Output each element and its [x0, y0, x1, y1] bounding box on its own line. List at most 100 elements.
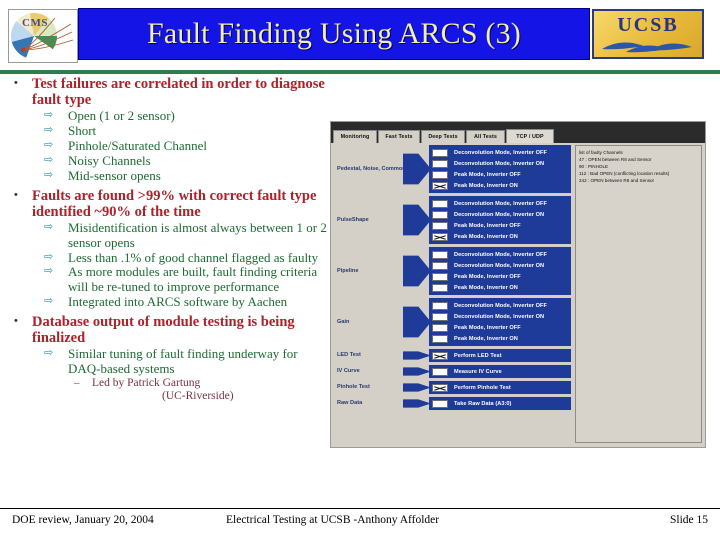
test-row[interactable]: Deconvolution Mode, Inverter ON: [429, 260, 571, 271]
tab-monitoring[interactable]: Monitoring: [333, 130, 377, 143]
test-checkbox[interactable]: [432, 301, 448, 310]
test-row-label: Deconvolution Mode, Inverter OFF: [454, 251, 547, 258]
arcs-application-screenshot: Monitoring Fast Tests Deep Tests All Tes…: [330, 121, 706, 448]
app-title-bar: [331, 122, 705, 129]
footer-divider: [0, 508, 720, 509]
bullet-level1: • Database output of module testing is b…: [0, 314, 330, 346]
arrow-marker-icon: ⇨: [44, 295, 54, 308]
bullet-level2: ⇨ Open (1 or 2 sensor): [0, 109, 330, 124]
arrow-marker-icon: ⇨: [44, 250, 54, 263]
test-row[interactable]: Perform Pinhole Test: [429, 382, 571, 393]
test-selection-panel: Pedestal, Noise, Common Mode Deconvoluti…: [333, 145, 571, 443]
test-checkbox[interactable]: [432, 334, 448, 343]
test-row-label: Deconvolution Mode, Inverter OFF: [454, 149, 547, 156]
footer-event-info: DOE review, January 20, 2004: [12, 514, 154, 526]
test-row-label: Deconvolution Mode, Inverter ON: [454, 211, 545, 218]
bullet-level2: ⇨ Short: [0, 123, 330, 139]
results-line: 47 : OPEN between R8 and Sensor: [579, 157, 652, 163]
faulty-channels-results-panel[interactable]: list of faulty Channels 47 : OPEN betwee…: [575, 145, 702, 443]
test-checkbox-checked[interactable]: [432, 181, 448, 190]
bullet-level1-text: Faults are found >99% with correct fault…: [32, 187, 317, 220]
bullet-marker-icon: •: [14, 77, 18, 89]
bullet-level1: • Test failures are correlated in order …: [0, 76, 330, 108]
cms-logo: CMS: [8, 9, 78, 63]
test-row[interactable]: Deconvolution Mode, Inverter OFF: [429, 300, 571, 311]
test-row[interactable]: Take Raw Data (A3:0): [429, 398, 571, 409]
bullet-level2: ⇨ As more modules are built, fault findi…: [0, 265, 330, 295]
footer-slide-number: Slide 15: [669, 514, 708, 526]
slide-footer: DOE review, January 20, 2004 Electrical …: [0, 512, 720, 534]
test-row[interactable]: Peak Mode, Inverter ON: [429, 282, 571, 293]
test-checkbox-checked[interactable]: [432, 232, 448, 241]
test-checkbox[interactable]: [432, 159, 448, 168]
tab-fast-tests[interactable]: Fast Tests: [378, 130, 420, 143]
slide-header: CMS Fault Finding Using ARCS (3) UCSB: [0, 4, 720, 63]
test-row-label: Peak Mode, Inverter ON: [454, 335, 518, 342]
test-checkbox[interactable]: [432, 312, 448, 321]
app-body: Pedestal, Noise, Common Mode Deconvoluti…: [331, 143, 705, 447]
tab-all-tests[interactable]: All Tests: [466, 130, 505, 143]
test-row-label: Peak Mode, Inverter OFF: [454, 324, 521, 331]
test-row[interactable]: Deconvolution Mode, Inverter OFF: [429, 198, 571, 209]
test-row[interactable]: Deconvolution Mode, Inverter OFF: [429, 147, 571, 158]
test-checkbox[interactable]: [432, 323, 448, 332]
test-checkbox[interactable]: [432, 283, 448, 292]
bullet-level2: ⇨ Similar tuning of fault finding underw…: [0, 346, 330, 377]
test-group-rows: Perform Pinhole Test: [429, 381, 571, 394]
title-banner: Fault Finding Using ARCS (3): [78, 8, 590, 60]
test-row[interactable]: Peak Mode, Inverter OFF: [429, 169, 571, 180]
bullet-level2-text: Misidentification is almost always betwe…: [68, 220, 327, 250]
test-group-rows: Deconvolution Mode, Inverter OFF Deconvo…: [429, 145, 571, 193]
bullet-level2-text: Open (1 or 2 sensor): [68, 108, 175, 124]
test-row[interactable]: Measure IV Curve: [429, 366, 571, 377]
test-checkbox[interactable]: [432, 367, 448, 376]
test-checkbox[interactable]: [432, 199, 448, 208]
test-checkbox[interactable]: [432, 272, 448, 281]
test-group-rows: Deconvolution Mode, Inverter OFF Deconvo…: [429, 298, 571, 346]
bullet-marker-icon: •: [14, 314, 18, 327]
test-row[interactable]: Perform LED Test: [429, 350, 571, 361]
test-checkbox[interactable]: [432, 399, 448, 408]
slide-content: • Test failures are correlated in order …: [0, 76, 330, 496]
tab-deep-tests[interactable]: Deep Tests: [421, 130, 465, 143]
test-group-rows: Measure IV Curve: [429, 365, 571, 378]
test-group: IV Curve Measure IV Curve: [333, 365, 571, 378]
test-checkbox[interactable]: [432, 250, 448, 259]
test-row[interactable]: Deconvolution Mode, Inverter OFF: [429, 249, 571, 260]
test-checkbox[interactable]: [432, 261, 448, 270]
test-group-rows: Take Raw Data (A3:0): [429, 397, 571, 410]
test-checkbox[interactable]: [432, 221, 448, 230]
test-row[interactable]: Peak Mode, Inverter ON: [429, 231, 571, 242]
test-row-label: Deconvolution Mode, Inverter OFF: [454, 302, 547, 309]
test-row[interactable]: Peak Mode, Inverter OFF: [429, 322, 571, 333]
test-group-rows: Perform LED Test: [429, 349, 571, 362]
arrow-marker-icon: ⇨: [44, 265, 54, 278]
ucsb-waves-icon: [602, 42, 692, 53]
test-checkbox[interactable]: [432, 170, 448, 179]
test-checkbox-checked[interactable]: [432, 383, 448, 392]
test-row[interactable]: Peak Mode, Inverter OFF: [429, 271, 571, 282]
test-checkbox[interactable]: [432, 210, 448, 219]
test-row[interactable]: Deconvolution Mode, Inverter ON: [429, 158, 571, 169]
ucsb-logo: UCSB: [592, 9, 704, 59]
results-line: 112 : Bad OPEN (conflicting location res…: [579, 171, 670, 177]
test-group: PulseShape Deconvolution Mode, Inverter …: [333, 196, 571, 244]
arrow-marker-icon: ⇨: [44, 153, 54, 166]
test-group-rows: Deconvolution Mode, Inverter OFF Deconvo…: [429, 196, 571, 244]
test-group: Pipeline Deconvolution Mode, Inverter OF…: [333, 247, 571, 295]
bullet-level2: ⇨ Mid-sensor opens: [0, 167, 330, 184]
test-row[interactable]: Peak Mode, Inverter ON: [429, 333, 571, 344]
test-row[interactable]: Deconvolution Mode, Inverter ON: [429, 209, 571, 220]
test-row-label: Deconvolution Mode, Inverter OFF: [454, 200, 547, 207]
test-row-label: Perform LED Test: [454, 352, 502, 359]
header-divider: [0, 70, 720, 74]
bullet-level2-text: Mid-sensor opens: [68, 167, 161, 183]
tab-tcp-udp[interactable]: TCP / UDP: [506, 129, 554, 143]
test-row[interactable]: Deconvolution Mode, Inverter ON: [429, 311, 571, 322]
bullet-level1: • Faults are found >99% with correct fau…: [0, 188, 330, 220]
app-tab-strip: Monitoring Fast Tests Deep Tests All Tes…: [331, 129, 705, 143]
test-checkbox-checked[interactable]: [432, 351, 448, 360]
test-row[interactable]: Peak Mode, Inverter ON: [429, 180, 571, 191]
test-checkbox[interactable]: [432, 148, 448, 157]
test-row[interactable]: Peak Mode, Inverter OFF: [429, 220, 571, 231]
